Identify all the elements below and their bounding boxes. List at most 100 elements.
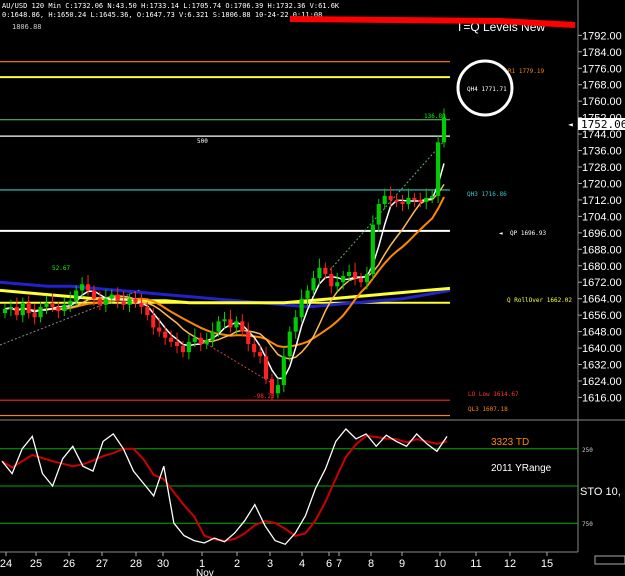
candle-body	[97, 298, 102, 305]
candle-body	[139, 302, 144, 307]
x-tick-label: 11	[470, 558, 481, 570]
candle-body	[323, 267, 328, 274]
target-label: 136.80	[424, 113, 446, 120]
x-tick-label: 25	[30, 558, 42, 570]
candle-body	[382, 195, 387, 205]
sto-label: STO 10,	[580, 486, 621, 498]
x-tick-label: 8	[368, 558, 374, 570]
candle-body	[192, 337, 197, 342]
y-tick-label: 1704.00	[582, 211, 622, 223]
lo-low-label: LO Low 1614.67	[468, 391, 519, 398]
candle-body	[370, 224, 375, 274]
candle-body	[204, 339, 209, 344]
candle-body	[20, 302, 25, 316]
candle-body	[32, 313, 37, 318]
candle-body	[109, 294, 114, 299]
candle-body	[216, 321, 221, 332]
candle-body	[329, 273, 334, 287]
x-tick-label: 6	[326, 558, 332, 570]
x-tick-label: 9	[399, 558, 405, 570]
y-tick-label: 1640.00	[582, 343, 622, 355]
candle-body	[133, 298, 138, 303]
candle-body	[394, 199, 399, 202]
candle-body	[364, 273, 369, 283]
level-500-label: 500	[197, 138, 208, 145]
candle-body	[174, 341, 180, 346]
candle-body	[91, 290, 97, 299]
y-tick-label: 1632.00	[582, 360, 622, 372]
y-tick-label: 1648.00	[582, 327, 622, 339]
x-tick-label: 7	[336, 558, 342, 570]
qh3-label: QH3 1716.86	[467, 191, 507, 198]
candle-body	[115, 294, 120, 301]
y-tick-label: 1776.00	[582, 63, 622, 75]
candle-body	[26, 302, 31, 314]
candle-body	[240, 321, 245, 332]
candle-body	[169, 337, 174, 342]
y-tick-label: 1792.00	[582, 30, 622, 42]
candle-body	[222, 319, 227, 322]
candle-body	[441, 117, 447, 143]
y-tick-label: 1712.00	[582, 195, 622, 207]
candle-body	[263, 356, 269, 379]
candle-body	[400, 201, 405, 205]
y-tick-label: 1760.00	[582, 96, 622, 108]
candle-body	[258, 352, 263, 357]
candle-body	[14, 306, 19, 316]
candle-body	[8, 306, 13, 309]
x-tick-label: 4	[299, 558, 305, 570]
x-tick-label: 2	[234, 558, 240, 570]
candle-body	[418, 199, 423, 202]
price-chart: AU/USD 120 Min C:1732.06 N:43.50 H:1733.…	[0, 0, 625, 576]
candle-body	[121, 300, 126, 305]
candle-body	[376, 204, 381, 225]
x-tick-label: 30	[157, 558, 169, 570]
x-tick-label: 10	[434, 558, 446, 570]
candle-body	[299, 298, 304, 318]
y-tick-label: 1688.00	[582, 244, 622, 256]
candle-body	[186, 341, 191, 353]
yrange-label: 2011 YRange	[491, 463, 552, 474]
candle-body	[157, 327, 162, 332]
candle-body	[151, 315, 156, 328]
candle-body	[228, 319, 233, 328]
r1-label: R1 1779.19	[508, 68, 545, 75]
td-label: 3323 TD	[491, 437, 529, 448]
candle-body	[406, 197, 411, 205]
qp-label: QP 1696.93	[510, 230, 547, 237]
candle-body	[269, 378, 275, 394]
y-tick-label: 1680.00	[582, 261, 622, 273]
left-value-label: 52.67	[52, 265, 70, 272]
candle-body	[50, 302, 55, 307]
y-tick-label: 1624.00	[582, 376, 622, 388]
x-tick-label: 15	[541, 558, 553, 570]
y-tick-label: 1736.00	[582, 146, 622, 158]
qp-arrow: ◄	[499, 230, 503, 237]
y-tick-label: 1696.00	[582, 228, 622, 240]
candle-body	[56, 306, 61, 312]
stoch-tick-label: 250	[582, 447, 593, 454]
candle-body	[163, 331, 168, 338]
candle-body	[281, 356, 286, 386]
current-price-arrow: ◄	[568, 120, 573, 129]
candle-body	[68, 300, 73, 305]
candle-body	[430, 195, 435, 198]
top-price-label: 1806.88	[12, 23, 42, 31]
y-tick-label: 1728.00	[582, 162, 622, 174]
candle-body	[210, 331, 215, 340]
candle-body	[436, 142, 441, 196]
month-label: Nov	[196, 568, 214, 576]
q-rollover-label: Q RollOver 1662.02	[507, 297, 572, 304]
y-tick-label: 1768.00	[582, 80, 622, 92]
candle-body	[38, 306, 43, 318]
candle-body	[335, 282, 340, 287]
candle-body	[62, 304, 67, 312]
header-info-line: AU/USD 120 Min C:1732.06 N:43.50 H:1733.…	[2, 2, 340, 10]
candle-body	[246, 331, 251, 344]
current-price-label: 1752.06	[581, 118, 625, 131]
x-tick-label: 27	[96, 558, 108, 570]
candle-body	[2, 308, 8, 314]
candle-body	[347, 271, 352, 277]
x-tick-label: 3	[267, 558, 273, 570]
y-tick-label: 1656.00	[582, 310, 622, 322]
